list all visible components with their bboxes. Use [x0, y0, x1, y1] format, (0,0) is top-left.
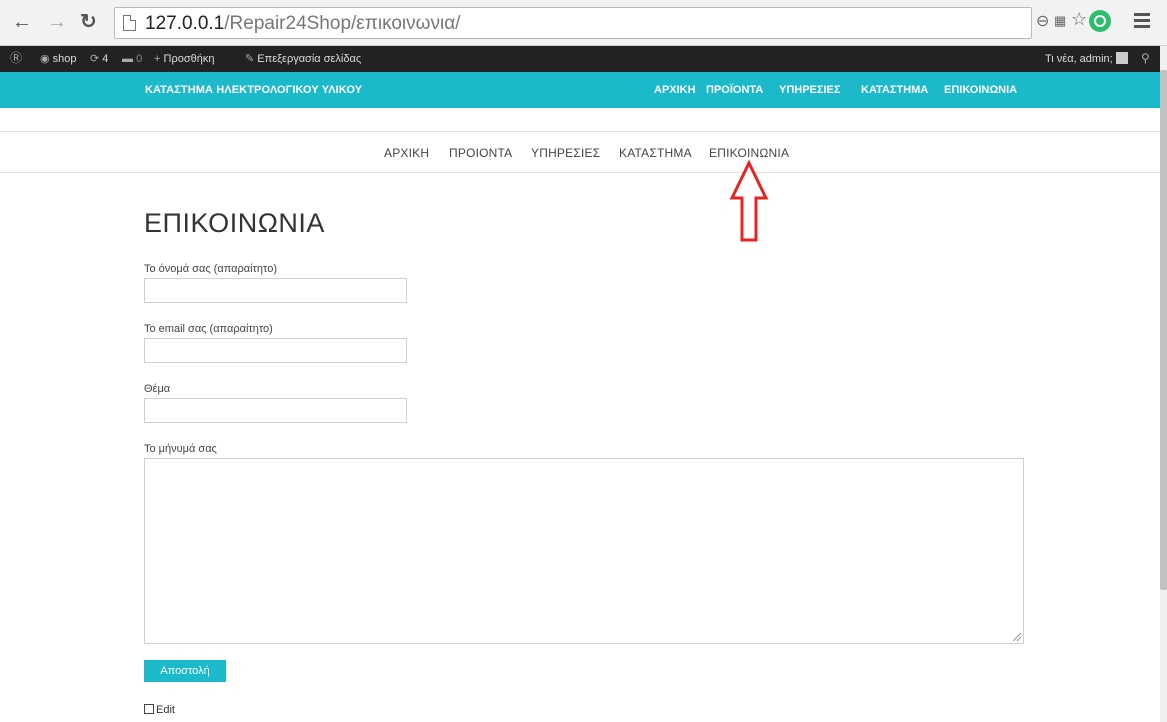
search-icon[interactable]: ⚲: [1141, 51, 1150, 65]
message-textarea[interactable]: [144, 458, 1024, 644]
sub-nav-item-home[interactable]: ΑΡΧΙΚΗ: [384, 146, 429, 160]
name-field[interactable]: [144, 278, 407, 303]
address-bar[interactable]: 127.0.0.1/Repair24Shop/επικοινωνια/: [114, 7, 1032, 39]
edit-label: Edit: [156, 704, 175, 716]
top-nav-item-products[interactable]: ΠΡΟΪΟΝΤΑ: [706, 84, 763, 96]
divider: [0, 131, 1160, 132]
site-brand[interactable]: ΚΑΤΑΣΤΗΜΑ ΗΛΕΚΤΡΟΛΟΓΙΚΟΥ ΥΛΙΚΟΥ: [145, 84, 362, 96]
avatar: [1115, 52, 1128, 64]
admin-edit-page-link[interactable]: ✎ Επεξεργασία σελίδας: [245, 52, 361, 66]
updates-icon: ⟳: [90, 53, 100, 65]
edit-icon: [144, 704, 154, 714]
plus-icon: +: [154, 53, 161, 65]
page-title: ΕΠΙΚΟΙΝΩΝΙΑ: [144, 208, 325, 238]
admin-site-link[interactable]: ◉ shop: [40, 52, 77, 66]
admin-comments[interactable]: ▬ 0: [122, 52, 142, 66]
page-icon: [123, 15, 136, 31]
sub-nav-item-services[interactable]: ΥΠΗΡΕΣΙΕΣ: [531, 146, 600, 160]
back-arrow-icon[interactable]: ←: [12, 10, 32, 34]
red-up-arrow-icon: [729, 160, 769, 242]
top-nav-item-contact[interactable]: ΕΠΙΚΟΙΝΩΝΙΑ: [944, 84, 1017, 96]
top-nav-item-services[interactable]: ΥΠΗΡΕΣΙΕΣ: [779, 84, 841, 96]
pencil-icon: ✎: [245, 53, 255, 65]
top-nav-item-store[interactable]: ΚΑΤΑΣΤΗΜΑ: [861, 84, 928, 96]
star-icon[interactable]: ☆: [1071, 9, 1087, 30]
subject-label: Θέμα: [144, 383, 171, 395]
top-nav-item-home[interactable]: ΑΡΧΙΚΗ: [654, 84, 696, 96]
email-field[interactable]: [144, 338, 407, 363]
edit-link[interactable]: Edit: [144, 704, 175, 716]
resize-grip-icon[interactable]: [1013, 633, 1021, 641]
comment-icon: ▬: [122, 53, 133, 65]
sub-nav-item-store[interactable]: ΚΑΤΑΣΤΗΜΑ: [619, 146, 692, 160]
zoom-icon[interactable]: ⊖: [1036, 11, 1049, 31]
wordpress-logo-icon[interactable]: Ⓡ: [10, 51, 22, 65]
scrollbar-thumb[interactable]: [1160, 70, 1167, 590]
forward-arrow-icon[interactable]: →: [47, 10, 67, 34]
browser-toolbar: ← → ↻ 127.0.0.1/Repair24Shop/επικοινωνια…: [0, 0, 1167, 46]
reload-icon[interactable]: ↻: [80, 10, 97, 34]
extension-icon[interactable]: [1089, 10, 1111, 32]
admin-bar: Ⓡ ◉ shop ⟳ 4 ▬ 0 + Προσθήκη ✎ Επεξεργασί…: [0, 46, 1160, 72]
menu-icon[interactable]: [1134, 13, 1150, 31]
admin-account[interactable]: Τι νέα, admin;: [1045, 52, 1128, 66]
divider: [0, 172, 1160, 173]
sub-nav-item-contact[interactable]: ΕΠΙΚΟΙΝΩΝΙΑ: [709, 146, 789, 160]
sub-nav-item-products[interactable]: ΠΡΟΙΟΝΤΑ: [449, 146, 512, 160]
submit-button[interactable]: Αποστολή: [144, 660, 226, 682]
url-text: 127.0.0.1/Repair24Shop/επικοινωνια/: [145, 13, 461, 34]
subject-field[interactable]: [144, 398, 407, 423]
admin-updates[interactable]: ⟳ 4: [90, 52, 108, 66]
dashboard-icon: ◉: [40, 53, 50, 65]
name-label: Το όνομά σας (απαραίτητο): [144, 263, 277, 275]
email-label: Το email σας (απαραίτητο): [144, 323, 273, 335]
translate-icon[interactable]: ▦: [1054, 13, 1066, 29]
message-label: Το μήνυμά σας: [144, 443, 217, 455]
admin-new-link[interactable]: + Προσθήκη: [154, 52, 214, 66]
site-header: ΚΑΤΑΣΤΗΜΑ ΗΛΕΚΤΡΟΛΟΓΙΚΟΥ ΥΛΙΚΟΥ ΑΡΧΙΚΗ Π…: [0, 72, 1160, 108]
